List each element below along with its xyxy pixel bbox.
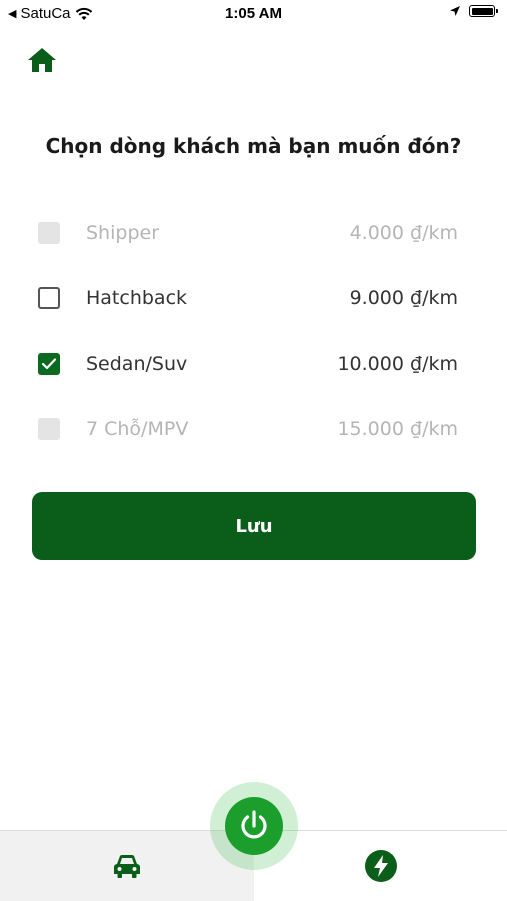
option-price: 4.000 ₫/km bbox=[349, 221, 458, 244]
status-bar: ◀ SatuCa 1:05 AM bbox=[0, 0, 507, 28]
status-time: 1:05 AM bbox=[225, 5, 282, 22]
option-shipper: Shipper 4.000 ₫/km bbox=[38, 200, 458, 266]
power-icon bbox=[241, 810, 267, 839]
car-icon bbox=[114, 855, 140, 878]
option-name: Hatchback bbox=[86, 287, 188, 310]
vehicle-options-list: Shipper 4.000 ₫/km Hatchback 9.000 ₫/km … bbox=[38, 200, 458, 462]
option-hatchback[interactable]: Hatchback 9.000 ₫/km bbox=[38, 266, 458, 332]
option-price: 9.000 ₫/km bbox=[349, 287, 458, 310]
status-right bbox=[449, 5, 498, 17]
option-name: Sedan/Suv bbox=[86, 352, 188, 375]
save-button[interactable]: Lưu bbox=[32, 492, 476, 560]
power-button[interactable] bbox=[225, 797, 283, 855]
home-icon bbox=[28, 48, 56, 72]
power-button-halo bbox=[210, 782, 298, 870]
page-title: Chọn dòng khách mà bạn muốn đón? bbox=[45, 134, 462, 158]
option-price: 15.000 ₫/km bbox=[337, 418, 458, 441]
checkbox-7-cho-mpv bbox=[38, 418, 60, 441]
home-button[interactable] bbox=[26, 46, 58, 74]
checkbox-hatchback[interactable] bbox=[38, 287, 60, 310]
option-7-cho-mpv: 7 Chỗ/MPV 15.000 ₫/km bbox=[38, 397, 458, 463]
option-price: 10.000 ₫/km bbox=[337, 352, 458, 375]
option-name: 7 Chỗ/MPV bbox=[86, 418, 189, 441]
option-name: Shipper bbox=[86, 221, 160, 244]
location-arrow-icon bbox=[450, 6, 460, 16]
lightning-icon bbox=[364, 850, 397, 882]
checkbox-shipper bbox=[38, 221, 60, 244]
battery-icon bbox=[469, 5, 498, 17]
checkmark-icon bbox=[41, 358, 57, 369]
checkbox-sedan-suv[interactable] bbox=[38, 352, 60, 375]
option-sedan-suv[interactable]: Sedan/Suv 10.000 ₫/km bbox=[38, 331, 458, 397]
